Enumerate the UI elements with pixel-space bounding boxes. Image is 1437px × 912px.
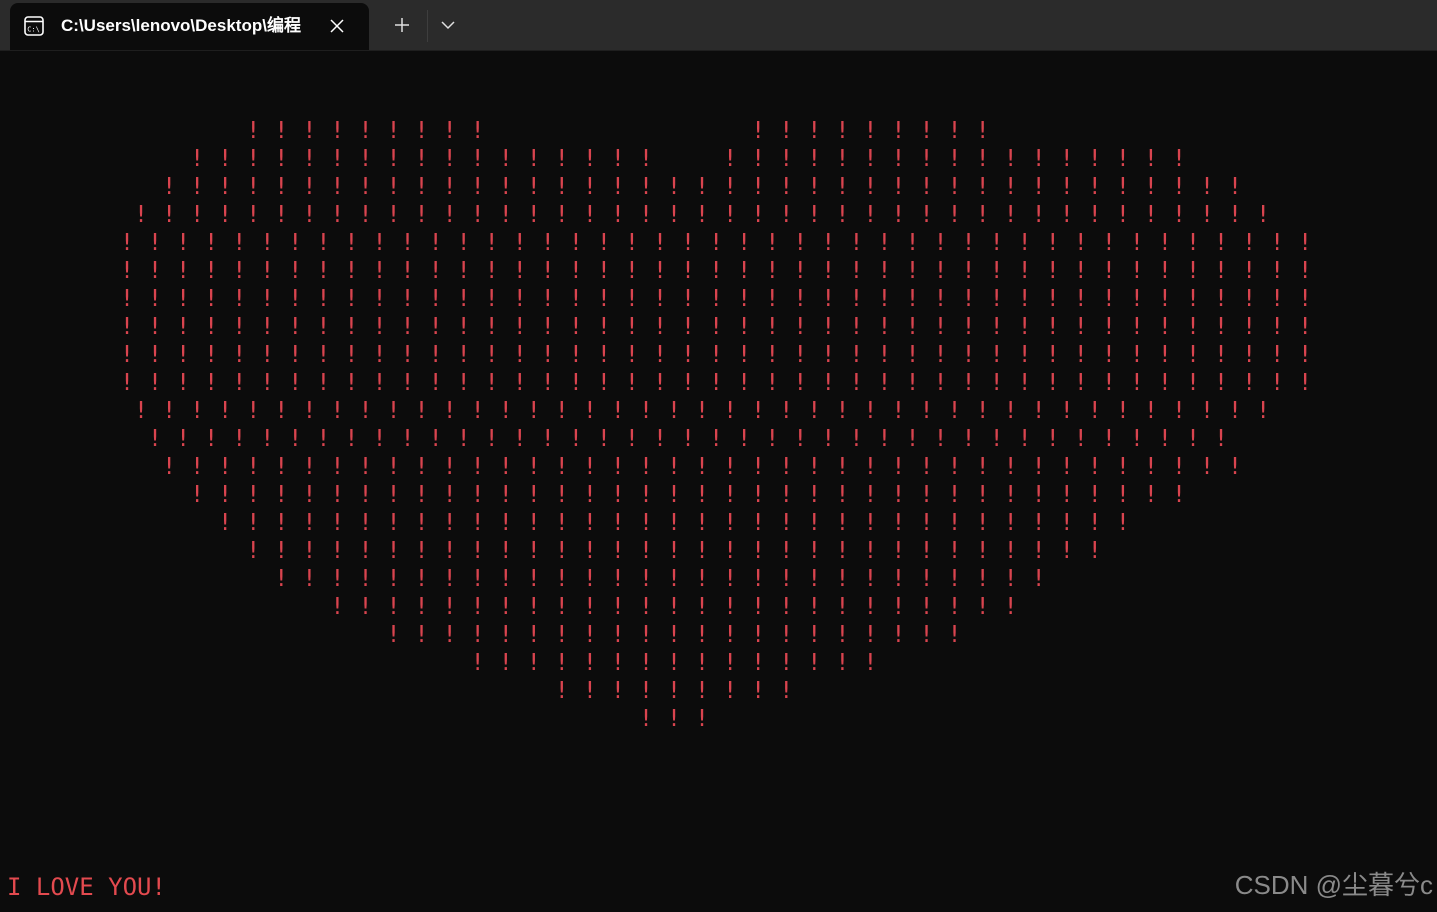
terminal-output[interactable]: ! ! ! ! ! ! ! ! ! ! ! ! ! ! ! ! ! ! ! ! …	[0, 51, 1437, 912]
tab-title: C:\Users\lenovo\Desktop\编程	[61, 16, 301, 35]
heart-row: ! ! ! ! ! ! ! ! ! ! ! ! ! ! ! ! ! ! ! ! …	[120, 425, 1229, 452]
heart-row: ! ! ! ! ! ! ! ! ! ! ! ! ! ! ! ! ! ! ! ! …	[120, 145, 1186, 172]
heart-row: ! ! ! ! ! ! ! ! ! ! ! ! ! ! ! ! ! ! ! ! …	[120, 565, 1046, 592]
heart-row: ! ! ! ! ! ! ! ! !	[120, 677, 794, 704]
watermark: CSDN @尘暮兮c	[1234, 870, 1433, 900]
heart-row: ! ! ! ! ! ! ! ! ! ! ! ! ! ! ! ! ! ! ! ! …	[120, 285, 1313, 312]
heart-row: ! ! ! ! ! ! ! ! ! ! ! ! ! ! !	[120, 649, 878, 676]
heart-row: ! ! !	[120, 705, 710, 732]
terminal-icon: C:\	[24, 16, 44, 36]
heart-row: ! ! ! ! ! ! ! ! ! ! ! ! ! ! ! ! ! ! ! ! …	[120, 621, 962, 648]
heart-row: ! ! ! ! ! ! ! ! ! ! ! ! ! ! ! ! ! ! ! ! …	[120, 537, 1102, 564]
terminal-tab[interactable]: C:\ C:\Users\lenovo\Desktop\编程	[10, 3, 369, 50]
heart-row: ! ! ! ! ! ! ! ! ! ! ! ! ! ! ! ! ! ! ! ! …	[120, 369, 1313, 396]
heart-row: ! ! ! ! ! ! ! ! ! ! ! ! ! ! ! ! ! !	[120, 117, 990, 144]
tab-dropdown-button[interactable]	[432, 8, 464, 42]
heart-row: ! ! ! ! ! ! ! ! ! ! ! ! ! ! ! ! ! ! ! ! …	[120, 313, 1313, 340]
chevron-down-icon	[441, 21, 455, 30]
close-icon[interactable]	[326, 15, 348, 37]
heart-row: ! ! ! ! ! ! ! ! ! ! ! ! ! ! ! ! ! ! ! ! …	[120, 201, 1271, 228]
svg-text:C:\: C:\	[27, 26, 40, 34]
love-message: I LOVE YOU!	[7, 873, 166, 901]
heart-row: ! ! ! ! ! ! ! ! ! ! ! ! ! ! ! ! ! ! ! ! …	[120, 481, 1186, 508]
title-bar: C:\ C:\Users\lenovo\Desktop\编程	[0, 0, 1437, 51]
heart-row: ! ! ! ! ! ! ! ! ! ! ! ! ! ! ! ! ! ! ! ! …	[120, 397, 1271, 424]
heart-row: ! ! ! ! ! ! ! ! ! ! ! ! ! ! ! ! ! ! ! ! …	[120, 341, 1313, 368]
heart-row: ! ! ! ! ! ! ! ! ! ! ! ! ! ! ! ! ! ! ! ! …	[120, 593, 1018, 620]
heart-row: ! ! ! ! ! ! ! ! ! ! ! ! ! ! ! ! ! ! ! ! …	[120, 453, 1243, 480]
ascii-heart: ! ! ! ! ! ! ! ! ! ! ! ! ! ! ! ! ! ! ! ! …	[120, 117, 1312, 733]
plus-icon	[395, 18, 409, 32]
heart-row: ! ! ! ! ! ! ! ! ! ! ! ! ! ! ! ! ! ! ! ! …	[120, 257, 1313, 284]
heart-row: ! ! ! ! ! ! ! ! ! ! ! ! ! ! ! ! ! ! ! ! …	[120, 229, 1313, 256]
heart-row: ! ! ! ! ! ! ! ! ! ! ! ! ! ! ! ! ! ! ! ! …	[120, 509, 1130, 536]
heart-row: ! ! ! ! ! ! ! ! ! ! ! ! ! ! ! ! ! ! ! ! …	[120, 173, 1243, 200]
toolbar-divider	[427, 10, 428, 42]
new-tab-button[interactable]	[384, 8, 420, 42]
